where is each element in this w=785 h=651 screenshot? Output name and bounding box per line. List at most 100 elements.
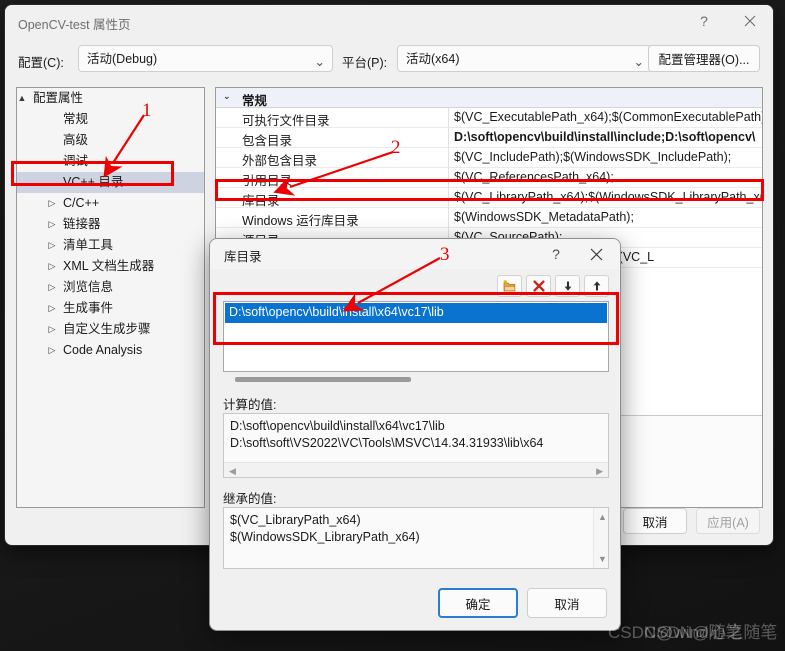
list-item[interactable]: D:\soft\opencv\build\install\x64\vc17\li… [225,303,607,323]
config-select[interactable]: 活动(Debug) ⌄ [78,45,333,72]
annotation-number-3: 3 [440,244,450,265]
twisty-icon[interactable]: ▲ [17,88,29,109]
table-row[interactable]: 外部包含目录 $(VC_IncludePath);$(WindowsSDK_Inc… [216,148,762,168]
property-name: Windows 运行库目录 [242,214,359,228]
config-label: 配置(C): [18,56,64,70]
property-value[interactable]: D:\soft\opencv\build\install\include;D:\… [454,130,762,144]
property-value[interactable]: $(VC_ReferencesPath_x64); [454,170,762,184]
apply-button[interactable]: 应用(A) [696,508,760,534]
sidebar-item-12[interactable]: ▷ Code Analysis [17,340,204,361]
sidebar-item-10[interactable]: ▷ 生成事件 [17,298,204,319]
new-folder-icon [503,280,516,292]
property-value[interactable]: $(VC_LibraryPath_x64);$(WindowsSDK_Libra… [454,190,762,204]
evaluated-hscrollbar[interactable]: ◀ ▶ [224,462,608,477]
annotation-number-1: 1 [142,100,152,121]
configuration-bar: 配置(C): 活动(Debug) ⌄ 平台(P): 活动(x64) ⌄ 配置管理… [5,45,773,79]
arrow-left-icon[interactable]: ◀ [229,466,236,477]
property-value[interactable]: $(VC_IncludePath);$(WindowsSDK_IncludePa… [454,150,762,164]
table-row[interactable]: 库目录 $(VC_LibraryPath_x64);$(WindowsSDK_Li… [216,188,762,208]
sidebar-item-label: C/C++ [63,196,100,210]
sidebar-item-6[interactable]: ▷ 链接器 [17,214,204,235]
sidebar-item-label: 高级 [63,133,89,147]
property-value[interactable]: $(WindowsSDK_MetadataPath); [454,210,762,224]
property-group-header[interactable]: ⌄ 常规 [216,88,762,108]
help-button[interactable]: ? [681,5,727,37]
dialog-help-button[interactable]: ? [536,239,576,269]
property-name: 库目录 [242,194,280,208]
arrow-down-icon[interactable]: ▼ [598,554,607,564]
sidebar-item-5[interactable]: ▷ C/C++ [17,193,204,214]
configuration-tree[interactable]: ▲ 配置属性 常规 高级 调试 VC++ 目录 ▷ C/C++ ▷ 链接器 ▷ 清单工具 ▷ XML 文档… [16,87,205,508]
page-title: OpenCV-test 属性页 [18,18,131,32]
dialog-title: 库目录 [224,250,262,264]
delete-icon [532,280,545,292]
inherited-values-label: 继承的值: [223,492,277,506]
twisty-icon[interactable]: ▷ [45,277,59,298]
sidebar-item-label: 清单工具 [63,238,114,252]
twisty-icon[interactable]: ▷ [45,319,59,340]
table-row[interactable]: Windows 运行库目录 $(WindowsSDK_MetadataPath); [216,208,762,228]
table-row[interactable]: 包含目录 D:\soft\opencv\build\install\include… [216,128,762,148]
property-name: 外部包含目录 [242,154,318,168]
cancel-button-label: 取消 [642,515,668,530]
sidebar-item-0[interactable]: ▲ 配置属性 [17,88,204,109]
twisty-icon[interactable]: ▷ [45,235,59,256]
table-row[interactable]: 引用目录 $(VC_ReferencesPath_x64); [216,168,762,188]
move-down-icon-button[interactable] [555,275,580,297]
dialog-close-button[interactable] [576,239,616,269]
inherited-vscrollbar[interactable]: ▲ ▼ [593,508,608,568]
cancel-button[interactable]: 取消 [623,508,687,534]
evaluated-values-box: D:\soft\opencv\build\install\x64\vc17\li… [223,413,609,478]
new-folder-icon-button[interactable] [497,275,522,297]
close-icon [590,248,602,260]
sidebar-item-8[interactable]: ▷ XML 文档生成器 [17,256,204,277]
window-titlebar: OpenCV-test 属性页 ? [5,5,773,39]
chevron-down-icon: ⌄ [223,91,231,101]
twisty-icon[interactable]: ▷ [45,256,59,277]
chevron-down-icon: ⌄ [633,55,644,69]
dialog-cancel-button[interactable]: 取消 [527,588,607,618]
sidebar-item-11[interactable]: ▷ 自定义生成步骤 [17,319,204,340]
close-button[interactable] [727,5,773,37]
move-up-icon-button[interactable] [584,275,609,297]
sidebar-item-9[interactable]: ▷ 浏览信息 [17,277,204,298]
sidebar-item-1[interactable]: 常规 [17,109,204,130]
watermark-text-b: CSDN@心之随笔 [644,623,778,642]
sidebar-item-label: 生成事件 [63,301,114,315]
configuration-manager-button[interactable]: 配置管理器(O)... [648,45,760,72]
directories-edit-list[interactable]: D:\soft\opencv\build\install\x64\vc17\li… [223,301,609,372]
sidebar-item-label: 调试 [63,154,89,168]
dialog-cancel-button-label: 取消 [554,597,580,612]
twisty-icon[interactable]: ▷ [45,340,59,361]
sidebar-item-label: 常规 [63,112,89,126]
property-value[interactable]: $(VC_ExecutablePath_x64);$(CommonExecuta… [454,110,762,124]
table-row[interactable]: 可执行文件目录 $(VC_ExecutablePath_x64);$(Common… [216,108,762,128]
twisty-icon[interactable]: ▷ [45,193,59,214]
twisty-icon[interactable]: ▷ [45,214,59,235]
close-icon [744,15,756,27]
edit-list-hscrollbar[interactable] [223,375,609,385]
apply-button-label: 应用(A) [707,515,749,530]
configuration-manager-label: 配置管理器(O)... [658,53,750,67]
sidebar-item-label: 配置属性 [33,91,84,105]
twisty-icon[interactable]: ▷ [45,298,59,319]
sidebar-item-label: VC++ 目录 [63,175,124,189]
move-down-icon [564,281,571,291]
watermark: CSDN@wind随笔 CSDN@心之随笔 [608,618,785,648]
sidebar-item-7[interactable]: ▷ 清单工具 [17,235,204,256]
sidebar-item-4[interactable]: VC++ 目录 [17,172,204,193]
delete-icon-button[interactable] [526,275,551,297]
property-name: 可执行文件目录 [242,114,330,128]
evaluated-value-line: D:\soft\opencv\build\install\x64\vc17\li… [230,419,445,433]
arrow-up-icon[interactable]: ▲ [598,512,607,522]
sidebar-item-2[interactable]: 高级 [17,130,204,151]
chevron-down-icon: ⌄ [314,55,325,69]
platform-select-value: 活动(x64) [406,52,460,66]
scrollbar-thumb[interactable] [235,377,411,382]
arrow-right-icon[interactable]: ▶ [596,466,603,477]
config-select-value: 活动(Debug) [87,52,158,66]
sidebar-item-3[interactable]: 调试 [17,151,204,172]
ok-button[interactable]: 确定 [438,588,518,618]
library-directories-dialog: 库目录 ? D:\soft\opencv\build\install\x64\v… [209,238,621,631]
platform-select[interactable]: 活动(x64) ⌄ [397,45,652,72]
